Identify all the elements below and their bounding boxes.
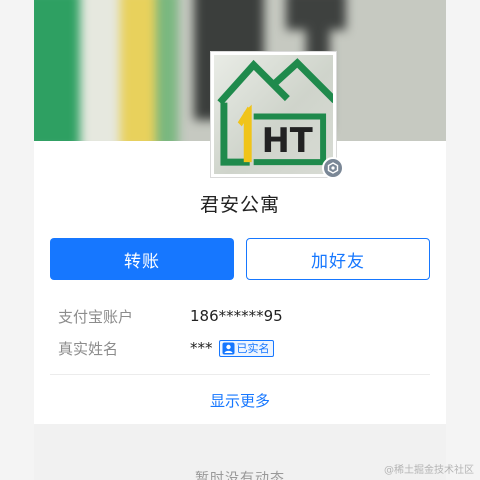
realname-tag-label: 已实名 [236,342,270,355]
divider [50,374,430,375]
id-card-icon [222,342,234,354]
profile-page: HT 君安公寓 转账 加好友 支付宝账户 186******95 真实姓名 **… [0,0,480,480]
profile-card: HT 君安公寓 转账 加好友 支付宝账户 186******95 真实姓名 **… [34,0,446,480]
add-friend-button[interactable]: 加好友 [246,238,430,280]
realname-value-wrap: *** 已实名 [190,339,274,357]
house-logo-icon: HT [214,55,333,174]
verified-badge-icon [322,157,344,179]
left-margin [0,0,34,480]
realname-verified-tag: 已实名 [218,339,274,357]
avatar[interactable]: HT [210,51,337,178]
account-value: 186******95 [190,307,283,325]
avatar-text: HT [262,121,313,160]
realname-value: *** [190,339,213,357]
transfer-button[interactable]: 转账 [50,238,234,280]
right-margin [446,0,480,480]
account-label: 支付宝账户 [58,307,134,326]
watermark: @稀土掘金技术社区 [384,465,474,476]
realname-label: 真实姓名 [58,339,119,358]
realname-row: 真实姓名 *** 已实名 [58,337,274,359]
account-row: 支付宝账户 186******95 [58,305,283,327]
profile-name: 君安公寓 [199,194,280,216]
show-more-link[interactable]: 显示更多 [34,390,446,411]
